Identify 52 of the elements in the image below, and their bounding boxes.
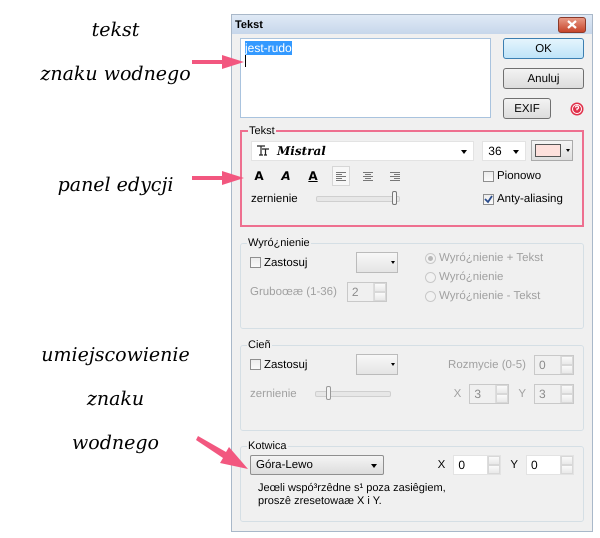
window-title: Tekst bbox=[235, 18, 263, 30]
y-spinbox[interactable]: 0 bbox=[526, 455, 574, 475]
group-title: Tekst bbox=[248, 125, 276, 137]
annotation-text: wodnego bbox=[72, 431, 159, 456]
thickness-label: Gruboœæ (1-36) bbox=[250, 286, 337, 298]
ok-button[interactable]: OK bbox=[503, 38, 584, 59]
blur-label: zernienie bbox=[251, 193, 298, 205]
font-dropdown[interactable]: Mistral bbox=[251, 140, 474, 160]
cancel-button[interactable]: Anuluj bbox=[503, 68, 584, 89]
x-spinbox[interactable]: 0 bbox=[453, 455, 502, 475]
check-icon bbox=[484, 194, 493, 204]
color-picker[interactable] bbox=[356, 354, 398, 375]
vertical-checkbox[interactable]: Pionowo bbox=[483, 170, 573, 182]
close-button[interactable] bbox=[558, 16, 586, 32]
annotation-arrow bbox=[192, 171, 244, 185]
close-icon bbox=[567, 20, 577, 29]
x-label: X bbox=[454, 388, 462, 400]
style-button[interactable]: A bbox=[251, 167, 267, 185]
group-title: Kotwica bbox=[247, 440, 288, 452]
align-icon bbox=[390, 171, 400, 181]
hint-text: Jeœli wspó³rzêdne s¹ poza zasiêgiem, bbox=[258, 482, 447, 495]
anchor-dropdown[interactable]: Góra-Lewo bbox=[250, 455, 384, 475]
antialias-checkbox[interactable]: Anty-aliasing bbox=[483, 193, 573, 205]
annotation-text: znaku wodnego bbox=[40, 62, 191, 87]
annotation-text: panel edycji bbox=[58, 173, 174, 198]
font-type-icon bbox=[257, 145, 269, 156]
group-title: Wyró¿nienie bbox=[247, 237, 311, 249]
hint-text: proszê zresetowaæ X i Y. bbox=[258, 495, 383, 508]
style-button[interactable]: A bbox=[278, 167, 294, 185]
y-label: Y bbox=[510, 459, 518, 471]
exif-button[interactable]: EXIF bbox=[503, 98, 551, 119]
align-icon bbox=[336, 171, 346, 181]
annotation-text: umiejscowienie bbox=[41, 343, 190, 368]
x-label: X bbox=[438, 459, 446, 471]
group-title: Cieñ bbox=[247, 339, 272, 351]
color-picker[interactable] bbox=[531, 140, 573, 161]
y-label: Y bbox=[518, 388, 526, 400]
help-icon[interactable] bbox=[570, 102, 584, 116]
size-dropdown[interactable]: 36 bbox=[482, 140, 526, 160]
apply-checkbox[interactable]: Zastosuj bbox=[250, 256, 356, 268]
style-button[interactable]: A bbox=[305, 167, 321, 185]
annotation-text: tekst bbox=[92, 18, 140, 43]
selected-text: jest-rudo bbox=[245, 41, 292, 55]
annotation-text: znaku bbox=[86, 387, 144, 412]
color-picker[interactable] bbox=[356, 252, 398, 273]
annotation-arrow bbox=[192, 55, 244, 69]
align-icon bbox=[363, 171, 373, 181]
apply-checkbox[interactable]: Zastosuj bbox=[250, 358, 356, 370]
strength-label: zernienie bbox=[250, 388, 297, 400]
align-button[interactable] bbox=[332, 166, 350, 186]
annotation-arrow bbox=[196, 436, 248, 472]
blur-label: Rozmycie (0-5) bbox=[448, 358, 526, 370]
